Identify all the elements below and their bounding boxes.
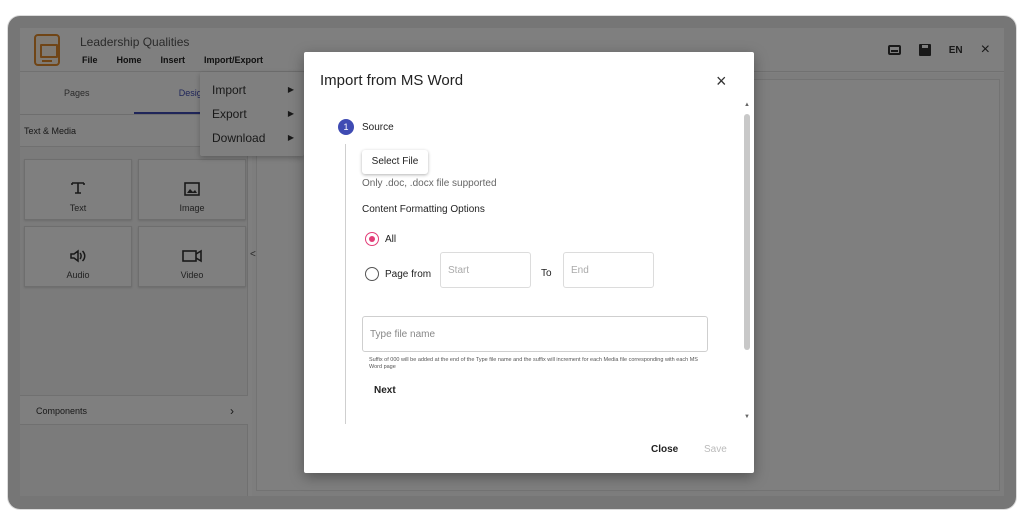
radio-all-label: All: [385, 234, 397, 245]
scrollbar-thumb[interactable]: [744, 114, 750, 350]
end-placeholder: End: [571, 265, 589, 276]
radio-all[interactable]: [365, 232, 379, 246]
suffix-note: Suffix of 000 will be added at the end o…: [369, 357, 698, 370]
scroll-up-icon[interactable]: ▲: [744, 102, 750, 108]
next-button[interactable]: Next: [374, 385, 396, 396]
radio-page-from-label: Page from: [385, 269, 432, 280]
select-file-button[interactable]: Select File: [362, 150, 428, 174]
step-label: Source: [362, 122, 394, 133]
dialog-title: Import from MS Word: [320, 72, 464, 89]
to-label: To: [541, 268, 552, 279]
close-icon[interactable]: ×: [716, 72, 727, 90]
start-page-input[interactable]: Start: [440, 252, 531, 288]
end-page-input[interactable]: End: [563, 252, 654, 288]
formatting-heading: Content Formatting Options: [362, 204, 485, 215]
save-button[interactable]: Save: [704, 444, 727, 455]
step-connector: [345, 144, 346, 424]
import-dialog: Import from MS Word × 1 Source Select Fi…: [304, 52, 754, 473]
file-name-input[interactable]: Type file name: [362, 316, 708, 352]
radio-page-from[interactable]: [365, 267, 379, 281]
start-placeholder: Start: [448, 265, 470, 276]
file-name-placeholder: Type file name: [370, 329, 436, 340]
supported-formats-hint: Only .doc, .docx file supported: [362, 178, 497, 189]
scroll-down-icon[interactable]: ▼: [744, 414, 750, 420]
step-number-badge: 1: [338, 119, 354, 135]
close-button[interactable]: Close: [651, 444, 678, 455]
